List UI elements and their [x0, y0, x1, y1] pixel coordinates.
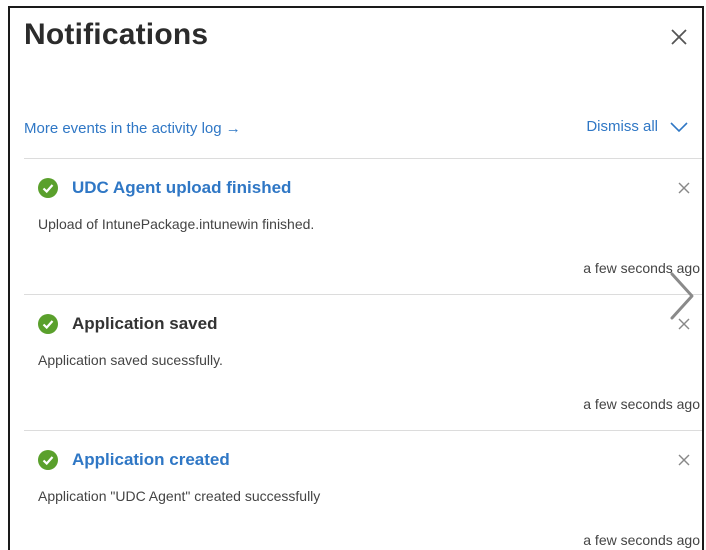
- notification-header: Application saved: [38, 314, 217, 334]
- dismiss-notification-button[interactable]: [676, 452, 692, 468]
- notification-description: Upload of IntunePackage.intunewin finish…: [38, 216, 315, 232]
- notifications-panel: Notifications More events in the activit…: [8, 6, 704, 550]
- chevron-right-icon: [670, 272, 694, 320]
- notification-description: Application "UDC Agent" created successf…: [38, 488, 321, 504]
- notification-timestamp: a few seconds ago: [583, 532, 700, 548]
- notification-item[interactable]: Application created Application "UDC Age…: [24, 432, 702, 550]
- notification-header: Application created: [38, 450, 230, 470]
- close-icon: [678, 454, 690, 466]
- next-arrow-button[interactable]: [666, 270, 696, 322]
- divider: [24, 158, 702, 159]
- notification-title: Application saved: [72, 314, 218, 333]
- dismiss-notification-button[interactable]: [676, 180, 692, 196]
- notification-timestamp: a few seconds ago: [583, 396, 700, 412]
- notification-item[interactable]: Application saved Application saved suce…: [24, 296, 702, 430]
- activity-log-link[interactable]: More events in the activity log →: [24, 120, 241, 137]
- check-circle-icon: [38, 178, 58, 198]
- dismiss-all-button[interactable]: Dismiss all: [586, 118, 690, 135]
- chevron-down-icon[interactable]: [668, 120, 690, 134]
- close-panel-button[interactable]: [666, 24, 692, 50]
- notification-title[interactable]: Application created: [72, 450, 230, 470]
- notification-description: Application saved sucessfully.: [38, 352, 223, 368]
- notification-header: UDC Agent upload finished: [38, 178, 291, 198]
- close-icon: [678, 182, 690, 194]
- divider: [24, 430, 702, 431]
- close-icon: [671, 29, 687, 45]
- check-circle-icon: [38, 314, 58, 334]
- divider: [24, 294, 702, 295]
- notification-item[interactable]: UDC Agent upload finished Upload of Intu…: [24, 160, 702, 294]
- notification-title[interactable]: UDC Agent upload finished: [72, 178, 291, 198]
- panel-title: Notifications: [24, 18, 209, 51]
- dismiss-all-label: Dismiss all: [586, 118, 658, 135]
- check-circle-icon: [38, 450, 58, 470]
